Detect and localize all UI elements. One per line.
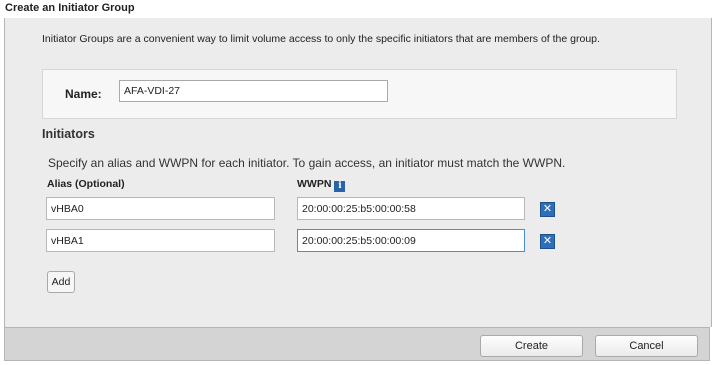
name-panel: Name: [42,69,677,119]
dialog-title-bar: Create an Initiator Group [0,0,712,17]
initiators-instructions: Specify an alias and WWPN for each initi… [48,156,566,170]
create-button[interactable]: Create [480,335,583,357]
remove-initiator-row-1-button[interactable]: ✕ [540,202,555,217]
dialog-body: Initiator Groups are a convenient way to… [4,18,712,327]
wwpn-input-row-2[interactable] [297,229,525,252]
initiators-heading: Initiators [42,127,95,141]
name-label: Name: [65,87,102,101]
info-icon[interactable]: i [334,181,346,192]
cancel-button[interactable]: Cancel [595,335,698,357]
wwpn-input-row-1[interactable] [297,197,525,220]
dialog-title: Create an Initiator Group [5,2,135,14]
wwpn-header-label: WWPN [297,178,332,190]
alias-input-row-1[interactable] [46,197,275,220]
dialog-description: Initiator Groups are a convenient way to… [42,33,600,45]
remove-initiator-row-2-button[interactable]: ✕ [540,234,555,249]
alias-input-row-2[interactable] [46,229,275,252]
dialog-footer: Create Cancel [4,327,710,361]
alias-column-header: Alias (Optional) [47,178,125,190]
name-input[interactable] [119,80,388,102]
add-initiator-button[interactable]: Add [47,271,75,293]
wwpn-column-header: WWPN i [297,178,346,192]
